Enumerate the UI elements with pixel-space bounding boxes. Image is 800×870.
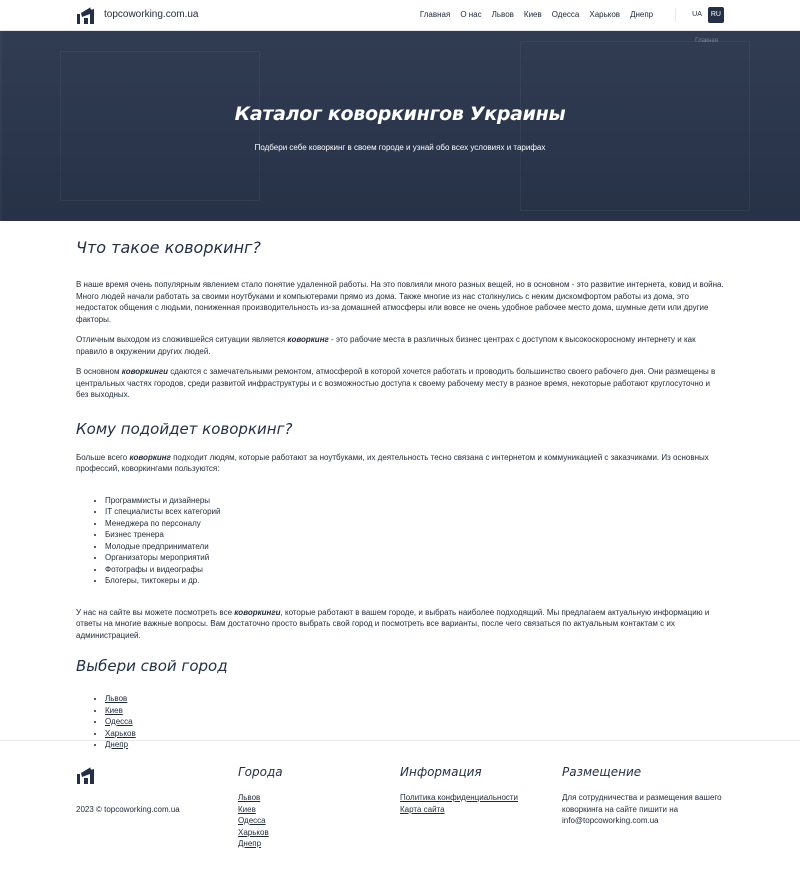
city-item: Львов [105, 693, 724, 705]
sitemap-link[interactable]: Карта сайта [400, 805, 445, 814]
footer-logo-icon[interactable] [76, 765, 96, 785]
city-item: Киев [105, 705, 724, 717]
brand-name: topcoworking.com.ua [104, 9, 199, 21]
lang-ua-button[interactable]: UA [689, 7, 705, 23]
what-paragraph-1: В наше время очень популярным явлением с… [76, 280, 724, 324]
nav-item-lviv[interactable]: Львов [492, 9, 514, 21]
city-heading: Выбери свой город [76, 657, 228, 675]
who-heading: Кому подойдет коворкинг? [76, 419, 293, 438]
nav-item-odesa[interactable]: Одесса [552, 9, 580, 21]
footer-city-link[interactable]: Днепр [238, 839, 261, 848]
hero-title: Каталог коворкингов Украины [234, 103, 566, 125]
city-item: Харьков [105, 728, 724, 740]
footer-cities-heading: Города [238, 765, 283, 779]
city-link-kharkiv[interactable]: Харьков [105, 729, 136, 738]
nav-item-home[interactable]: Главная [420, 9, 450, 21]
brand-link[interactable]: topcoworking.com.ua [76, 5, 199, 25]
who-paragraph-2: У нас на сайте вы можете посмотреть все … [76, 607, 710, 640]
footer-cities: Города Львов Киев Одесса Харьков Днепр [238, 765, 400, 870]
nav-item-kharkiv[interactable]: Харьков [589, 9, 620, 21]
copyright: 2023 © topcoworking.com.ua [76, 804, 180, 814]
list-item: Молодые предприниматели [105, 541, 724, 553]
footer-brand: 2023 © topcoworking.com.ua [76, 765, 238, 870]
list-item: Блогеры, тиктокеры и др. [105, 575, 724, 587]
logo-icon [77, 6, 94, 24]
lang-ru-button[interactable]: RU [707, 7, 724, 23]
city-link-odesa[interactable]: Одесса [105, 717, 133, 726]
keyword: коворкинг [287, 335, 329, 344]
footer-city-link[interactable]: Одесса [238, 816, 266, 825]
footer-city-link[interactable]: Харьков [238, 828, 269, 837]
footer-city-link[interactable]: Киев [238, 805, 256, 814]
footer-placement-text: Для сотрудничества и размещения вашего к… [562, 793, 722, 825]
list-item: Бизнес тренера [105, 529, 724, 541]
language-switcher: UA RU [675, 7, 724, 23]
site-header: topcoworking.com.ua Главная О нас Львов … [0, 0, 800, 31]
privacy-policy-link[interactable]: Политика конфиденциальности [400, 793, 518, 802]
footer-info-heading: Информация [400, 765, 482, 779]
footer-placement-heading: Размещение [562, 765, 642, 779]
nav-item-dnipro[interactable]: Днепр [630, 9, 653, 21]
list-item: Менеджера по персоналу [105, 518, 724, 530]
hero-subtitle: Подбери себе коворкинг в своем городе и … [254, 143, 546, 152]
footer-city-link[interactable]: Львов [238, 793, 260, 802]
what-paragraph-3: В основном коворкинги сдаются с замечате… [76, 367, 716, 399]
keyword: коворкинг [129, 452, 171, 462]
what-paragraph-2: Отличным выходом из сложившейся ситуации… [76, 335, 696, 356]
city-link-kyiv[interactable]: Киев [105, 706, 123, 715]
main-content: Что такое коворкинг? В наше время очень … [0, 239, 800, 751]
nav-item-about[interactable]: О нас [460, 9, 481, 21]
hero-banner: Главная Каталог коворкингов Украины Подб… [0, 31, 800, 221]
profession-list: Программисты и дизайнеры IT специалисты … [76, 495, 724, 587]
city-link-lviv[interactable]: Львов [105, 694, 127, 703]
site-footer: 2023 © topcoworking.com.ua Города Львов … [0, 740, 800, 870]
nav-item-kyiv[interactable]: Киев [524, 9, 542, 21]
list-item: IT специалисты всех категорий [105, 506, 724, 518]
keyword: коворкинги [121, 367, 168, 376]
footer-info: Информация Политика конфиденциальности К… [400, 765, 562, 870]
who-paragraph-1: Больше всего коворкинг подходит людям, к… [76, 452, 709, 474]
footer-placement: Размещение Для сотрудничества и размещен… [562, 765, 724, 870]
list-item: Программисты и дизайнеры [105, 495, 724, 507]
list-item: Организаторы мероприятий [105, 552, 724, 564]
main-nav: Главная О нас Львов Киев Одесса Харьков … [410, 7, 724, 23]
keyword: коворкинги [234, 607, 281, 617]
city-item: Одесса [105, 716, 724, 728]
list-item: Фотографы и видеографы [105, 564, 724, 576]
what-heading: Что такое коворкинг? [76, 238, 261, 257]
